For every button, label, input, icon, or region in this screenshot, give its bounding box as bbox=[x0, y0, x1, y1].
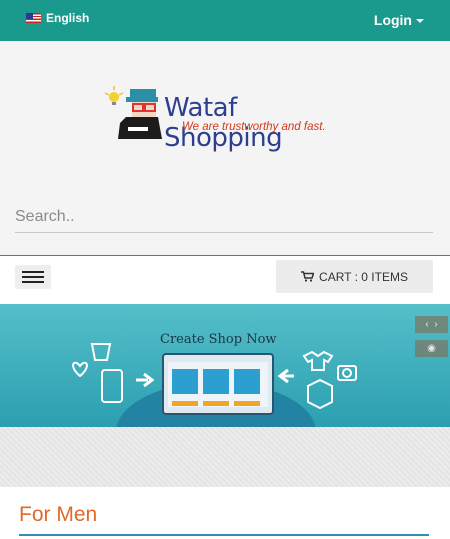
shopping-cart-icon bbox=[301, 271, 315, 282]
hamburger-line bbox=[22, 281, 44, 283]
caret-down-icon bbox=[416, 19, 424, 23]
section-title: For Men bbox=[19, 503, 98, 526]
banner-illustration bbox=[72, 343, 357, 427]
us-flag-icon bbox=[26, 13, 41, 23]
top-bar: English Login bbox=[0, 0, 450, 41]
mascot-icon bbox=[104, 86, 162, 139]
eye-slash-icon: ◉ bbox=[427, 343, 436, 354]
search-input[interactable] bbox=[15, 201, 433, 233]
cart-button[interactable]: CART : 0 ITEMS bbox=[276, 260, 433, 293]
chevron-left-icon[interactable]: ‹ bbox=[425, 319, 428, 330]
menu-toggle-button[interactable] bbox=[15, 265, 51, 289]
banner-title: Create Shop Now bbox=[160, 332, 277, 347]
language-selector[interactable]: English bbox=[26, 11, 89, 25]
login-label: Login bbox=[373, 12, 412, 28]
logo-tagline: We are trustworthy and fast. bbox=[182, 121, 326, 133]
site-header: Wataf Shopping We are trustworthy and fa… bbox=[0, 41, 450, 256]
hamburger-line bbox=[22, 271, 44, 273]
hamburger-line bbox=[22, 276, 44, 278]
site-logo[interactable]: Wataf Shopping We are trustworthy and fa… bbox=[102, 83, 352, 153]
divider-band bbox=[0, 427, 450, 487]
nav-bar: CART : 0 ITEMS bbox=[0, 256, 450, 304]
category-section: For Men bbox=[0, 487, 450, 539]
cart-label: CART : 0 ITEMS bbox=[319, 269, 408, 284]
promo-banner[interactable]: Create Shop Now ‹ › ◉ bbox=[0, 304, 450, 427]
hide-slider-button[interactable]: ◉ bbox=[415, 340, 448, 357]
slider-nav-buttons[interactable]: ‹ › bbox=[415, 316, 448, 333]
language-label: English bbox=[46, 11, 90, 25]
login-dropdown[interactable]: Login bbox=[374, 12, 424, 28]
chevron-right-icon[interactable]: › bbox=[434, 319, 437, 330]
section-underline bbox=[19, 534, 429, 536]
